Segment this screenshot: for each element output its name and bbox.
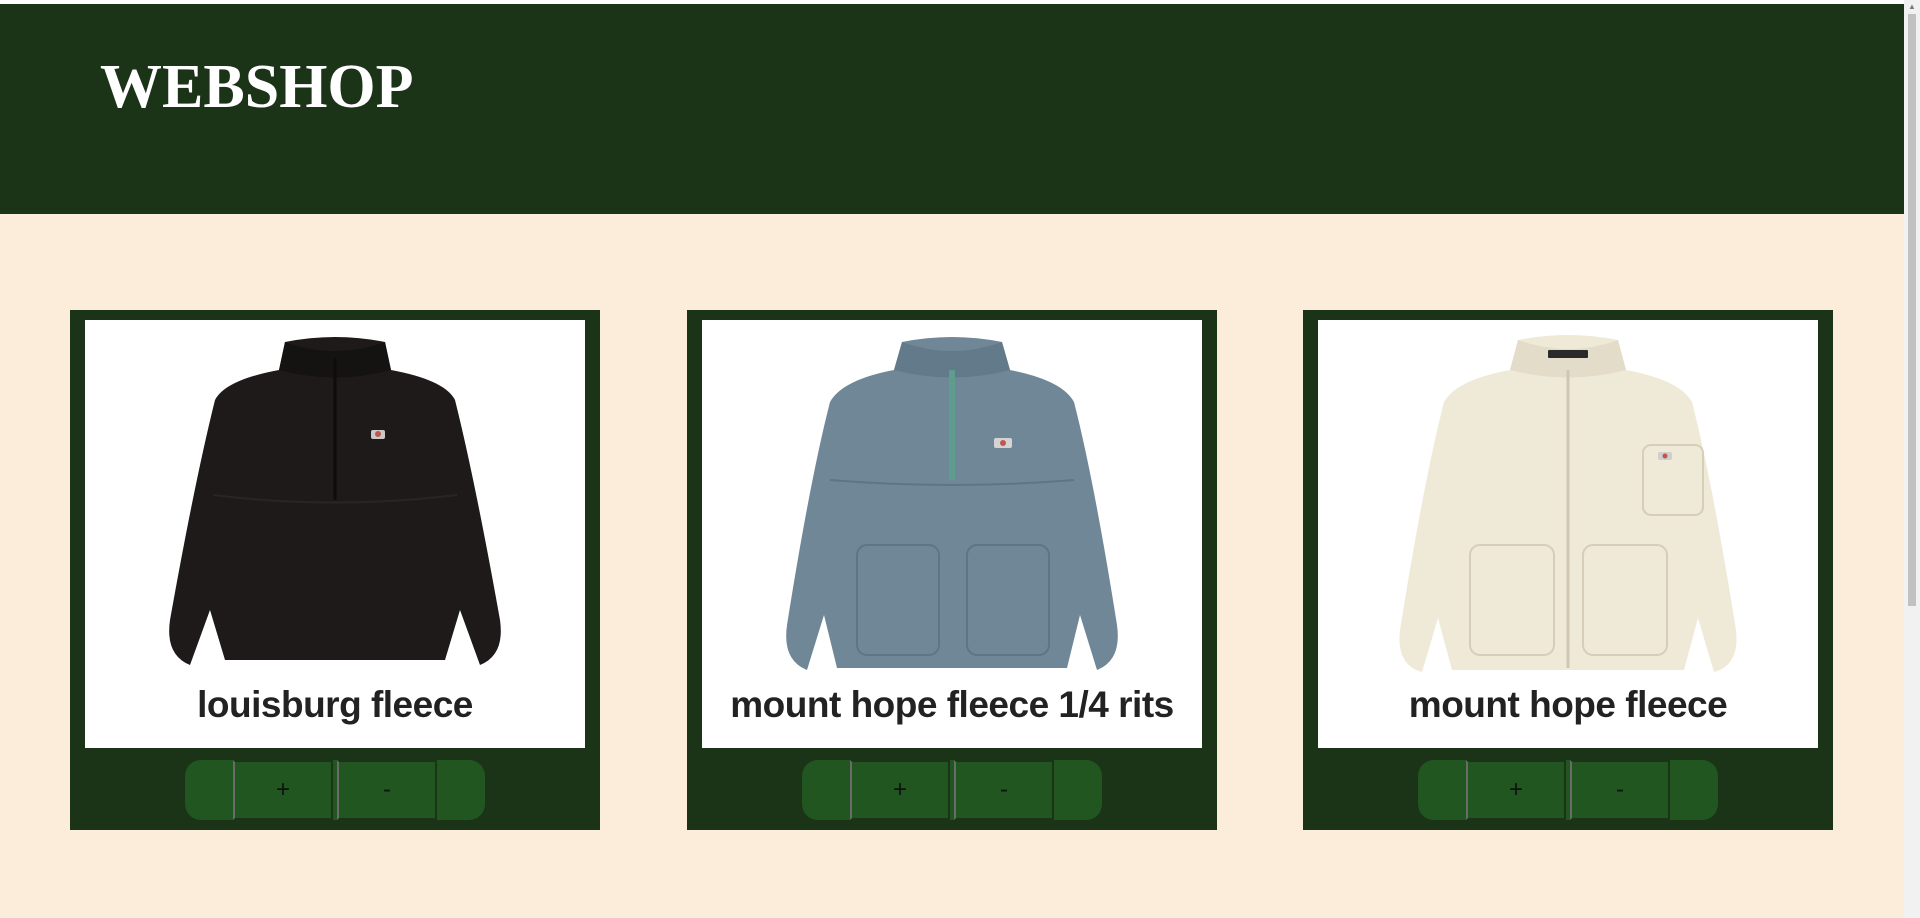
product-card: mount hope fleece + - xyxy=(1303,310,1833,830)
vertical-scrollbar[interactable]: ▲ xyxy=(1904,0,1920,918)
product-panel: louisburg fleece xyxy=(85,320,585,748)
product-image-black-fleece xyxy=(169,337,501,665)
quantity-control: + - xyxy=(802,760,1102,820)
site-logo[interactable]: WEBSHOP xyxy=(100,52,414,123)
product-image-blue-fleece xyxy=(786,337,1118,670)
increase-quantity-button[interactable]: + xyxy=(1466,760,1566,820)
quantity-control: + - xyxy=(1418,760,1718,820)
product-panel: mount hope fleece 1/4 rits xyxy=(702,320,1202,748)
decrease-quantity-button[interactable]: - xyxy=(1570,760,1670,820)
product-name: mount hope fleece 1/4 rits xyxy=(730,684,1174,725)
increase-quantity-button[interactable]: + xyxy=(850,760,950,820)
product-name: mount hope fleece xyxy=(1408,684,1728,725)
product-name: louisburg fleece xyxy=(197,684,473,725)
site-header: WEBSHOP xyxy=(0,4,1904,214)
product-card: louisburg fleece + - xyxy=(70,310,600,830)
increase-quantity-button[interactable]: + xyxy=(233,760,333,820)
quantity-control: + - xyxy=(185,760,485,820)
scrollbar-thumb[interactable] xyxy=(1908,14,1916,606)
product-image-cream-fleece xyxy=(1399,335,1737,672)
decrease-quantity-button[interactable]: - xyxy=(337,760,437,820)
product-card: mount hope fleece 1/4 rits + - xyxy=(687,310,1217,830)
scroll-up-arrow-icon[interactable]: ▲ xyxy=(1904,0,1920,14)
decrease-quantity-button[interactable]: - xyxy=(954,760,1054,820)
product-panel: mount hope fleece xyxy=(1318,320,1818,748)
